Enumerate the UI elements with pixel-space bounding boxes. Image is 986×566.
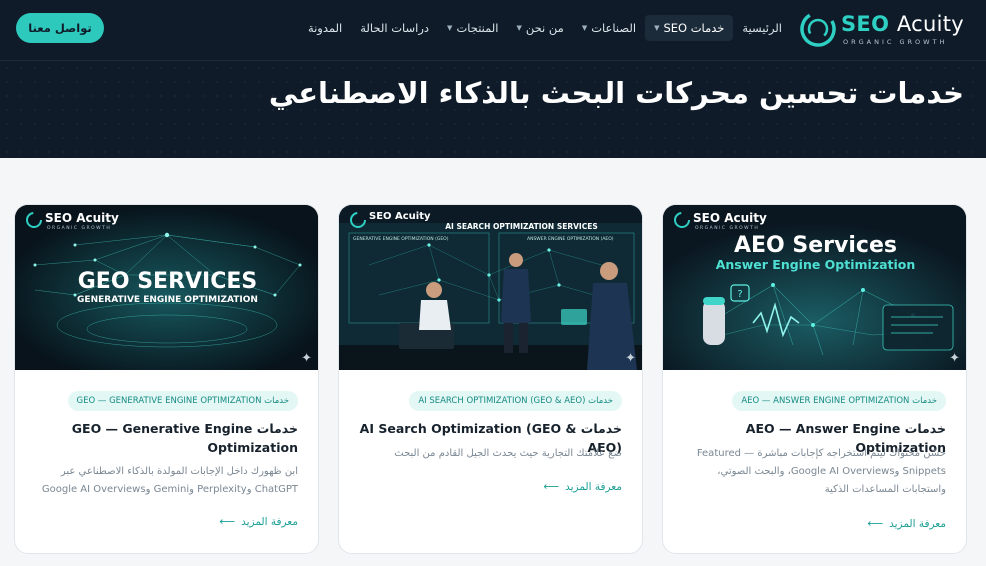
nav-case-studies-label: دراسات الحالة	[360, 21, 430, 35]
service-card-aeo[interactable]: ? SEO Acuity ORGANIC GROWTH AEO Services…	[662, 204, 967, 554]
learn-more-label: معرفة المزيد	[241, 515, 298, 528]
nav-seo-services-label: خدمات SEO	[663, 21, 725, 35]
card-tag: خدمات AI SEARCH OPTIMIZATION (GEO & AEO)	[409, 391, 622, 411]
card-tag: خدمات AEO — ANSWER ENGINE OPTIMIZATION	[732, 391, 946, 411]
logo-ring-icon	[674, 212, 690, 228]
card-image-subheadline: GENERATIVE ENGINE OPTIMIZATION	[77, 295, 258, 305]
card-desc-line: واستجابات المساعدات الذكية	[824, 484, 946, 495]
nav-products[interactable]: المنتجات ▼	[438, 15, 507, 41]
card-image-headline: AEO Services	[734, 233, 897, 258]
learn-more-label: معرفة المزيد	[889, 517, 946, 530]
service-card-ai-search[interactable]: SEO Acuity AI SEARCH OPTIMIZATION SERVIC…	[338, 204, 643, 554]
nav-about-label: من نحن	[525, 21, 564, 35]
nav-about[interactable]: من نحن ▼	[507, 15, 572, 41]
card-image-logo-sub: ORGANIC GROWTH	[695, 226, 760, 231]
card-desc-line: ضع علامتك التجارية حيث يحدث الجيل القادم…	[394, 448, 622, 459]
logo-brand: SEO	[841, 12, 890, 36]
nav-home[interactable]: الرئيسية	[733, 15, 791, 41]
learn-more-link[interactable]: معرفة المزيد ⟵	[219, 515, 298, 528]
sparkle-icon: ✦	[301, 351, 312, 366]
nav-products-label: المنتجات	[456, 21, 499, 35]
panel-label-left: GENERATIVE ENGINE OPTIMIZATION (GEO)	[353, 237, 449, 242]
logo-brand-2: Acuity	[896, 12, 965, 36]
card-description: حسّن محتواك ليتم استخراجه كإجابات مباشرة…	[681, 445, 946, 499]
card-title[interactable]: خدمات GEO — Generative Engine Optimizati…	[33, 419, 298, 457]
nav-seo-services[interactable]: خدمات SEO ▼	[645, 15, 734, 41]
logo-tagline: ORGANIC GROWTH	[843, 38, 948, 46]
learn-more-link[interactable]: معرفة المزيد ⟵	[867, 517, 946, 530]
logo-ring-icon	[26, 212, 42, 228]
card-image-logo-sub: ORGANIC GROWTH	[47, 226, 112, 231]
contact-button[interactable]: تواصل معنا	[16, 13, 104, 43]
arrow-left-icon: ⟵	[219, 515, 236, 528]
logo-wordmark: SEO Acuity	[841, 12, 964, 36]
nav-blog[interactable]: المدونة	[299, 15, 351, 41]
svg-text:?: ?	[737, 289, 742, 300]
sparkle-icon: ✦	[949, 351, 960, 366]
card-image-headline: GEO SERVICES	[77, 269, 258, 294]
card-image-aeo: ? SEO Acuity ORGANIC GROWTH AEO Services…	[663, 205, 966, 370]
card-tag: خدمات GEO — GENERATIVE ENGINE OPTIMIZATI…	[67, 391, 298, 411]
nav-industries[interactable]: الصناعات ▼	[573, 15, 645, 41]
chevron-down-icon: ▼	[516, 24, 522, 32]
card-description: ضع علامتك التجارية حيث يحدث الجيل القادم…	[357, 445, 622, 463]
nav-blog-label: المدونة	[307, 21, 343, 35]
arrow-left-icon: ⟵	[543, 480, 560, 493]
card-image-logo-text: SEO Acuity	[45, 211, 119, 225]
nav-home-label: الرئيسية	[742, 21, 782, 35]
card-image-logo-text: SEO Acuity	[693, 211, 767, 225]
service-card-geo[interactable]: SEO Acuity ORGANIC GROWTH GEO SERVICES G…	[14, 204, 319, 554]
learn-more-link[interactable]: معرفة المزيد ⟵	[543, 480, 622, 493]
card-image-headline: AI SEARCH OPTIMIZATION SERVICES	[445, 222, 598, 231]
card-desc-line: ChatGPT وPerplexity وGemini وGoogle AI O…	[41, 484, 298, 495]
chevron-down-icon: ▼	[581, 24, 588, 32]
site-header: SEO Acuity ORGANIC GROWTH الرئيسية خدمات…	[0, 0, 986, 158]
logo-ring-icon	[800, 11, 836, 47]
card-description: ابن ظهورك داخل الإجابات المولدة بالذكاء …	[33, 463, 298, 499]
learn-more-label: معرفة المزيد	[565, 480, 622, 493]
card-image-geo: SEO Acuity ORGANIC GROWTH GEO SERVICES G…	[15, 205, 318, 370]
card-desc-line: ابن ظهورك داخل الإجابات المولدة بالذكاء …	[60, 466, 298, 477]
card-desc-line: Snippets وGoogle AI Overviews، والبحث ال…	[717, 466, 946, 477]
logo-ring-icon	[350, 212, 366, 228]
sparkle-icon: ✦	[625, 351, 636, 366]
chevron-down-icon: ▼	[447, 24, 453, 32]
card-image-ai-search: SEO Acuity AI SEARCH OPTIMIZATION SERVIC…	[339, 205, 642, 370]
panel-label-right: ANSWER ENGINE OPTIMIZATION (AEO)	[527, 237, 614, 242]
site-logo[interactable]: SEO Acuity ORGANIC GROWTH	[799, 10, 964, 50]
page-title: خدمات تحسين محركات البحث بالذكاء الاصطنا…	[268, 76, 964, 110]
card-desc-line: حسّن محتواك ليتم استخراجه كإجابات مباشرة…	[696, 448, 946, 459]
arrow-left-icon: ⟵	[867, 517, 884, 530]
card-image-logo-text: SEO Acuity	[369, 211, 431, 222]
nav-industries-label: الصناعات	[591, 21, 637, 35]
card-image-subheadline: Answer Engine Optimization	[715, 257, 916, 272]
chevron-down-icon: ▼	[654, 24, 660, 32]
nav-case-studies[interactable]: دراسات الحالة	[351, 15, 438, 41]
main-nav: الرئيسية خدمات SEO ▼ الصناعات ▼ من نحن ▼ ال…	[299, 14, 791, 42]
